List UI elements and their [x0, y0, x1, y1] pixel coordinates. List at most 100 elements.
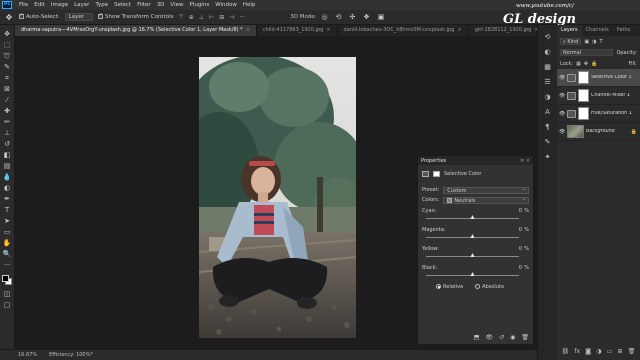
- auto-select-dropdown[interactable]: Layer: [64, 13, 94, 21]
- paragraph-panel-icon[interactable]: ¶: [545, 123, 549, 131]
- lock-pixels-icon[interactable]: ▦: [576, 61, 581, 67]
- align-center-icon[interactable]: ⊞: [219, 14, 224, 21]
- align-bottom-icon[interactable]: ⊥: [199, 14, 204, 21]
- document-info[interactable]: Efficiency: 100%*: [49, 352, 93, 358]
- properties-panel-icon[interactable]: ☰: [544, 78, 550, 86]
- lasso-tool-icon[interactable]: ➰: [3, 52, 12, 60]
- transform-controls-checkbox[interactable]: Show Transform Controls: [98, 12, 173, 20]
- hand-tool-icon[interactable]: ✋: [3, 239, 12, 247]
- lock-all-icon[interactable]: 🔒: [591, 61, 597, 67]
- delete-adjustment-icon[interactable]: 🗑: [521, 334, 529, 341]
- eye-icon[interactable]: 👁: [559, 129, 565, 135]
- layer-selective-color[interactable]: 👁 Selective Color 1: [557, 69, 640, 87]
- tab-document-2[interactable]: child-4117863_1920.jpg ×: [257, 25, 338, 36]
- swatches-panel-icon[interactable]: ▦: [544, 63, 551, 71]
- tab-document-1[interactable]: dharma-saputra---4VMrsoOrgY-unsplash.jpg…: [15, 25, 257, 36]
- slider-value-input[interactable]: 0: [510, 208, 522, 214]
- pen-tool-icon[interactable]: ✒: [3, 195, 12, 203]
- slider-track[interactable]: [426, 215, 519, 219]
- preset-dropdown[interactable]: Custom: [443, 186, 529, 194]
- colors-dropdown[interactable]: Neutrals: [443, 196, 529, 204]
- close-icon[interactable]: ×: [246, 27, 250, 33]
- layer-mask-thumbnail[interactable]: [578, 89, 589, 102]
- document-image[interactable]: [199, 57, 356, 338]
- fx-icon[interactable]: fx: [574, 348, 580, 358]
- filter-pixel-icon[interactable]: ▣: [584, 39, 589, 45]
- scale-3d-icon[interactable]: ▣: [378, 13, 385, 21]
- path-select-icon[interactable]: ➤: [3, 217, 12, 225]
- tab-paths[interactable]: Paths: [613, 25, 635, 36]
- slider-track[interactable]: [426, 272, 519, 276]
- delete-layer-icon[interactable]: 🗑: [628, 348, 636, 358]
- slider-value-input[interactable]: 0: [510, 265, 522, 271]
- eye-icon[interactable]: 👁: [559, 111, 565, 117]
- new-adjustment-icon[interactable]: ◑: [596, 348, 601, 358]
- slider-thumb[interactable]: [470, 272, 474, 276]
- align-top-icon[interactable]: ⊤: [178, 14, 183, 21]
- dodge-tool-icon[interactable]: ◐: [3, 184, 12, 192]
- link-layers-icon[interactable]: ⛓: [562, 348, 570, 358]
- mask-icon[interactable]: [433, 171, 440, 177]
- menu-file[interactable]: File: [16, 2, 31, 8]
- filter-type-icon[interactable]: T: [600, 39, 603, 45]
- slide-3d-icon[interactable]: ❖: [363, 13, 369, 21]
- close-icon[interactable]: ×: [457, 27, 461, 33]
- blend-mode-dropdown[interactable]: Normal: [560, 49, 614, 56]
- clip-to-layer-icon[interactable]: ⬒: [474, 334, 480, 341]
- new-layer-icon[interactable]: ⊞: [617, 348, 622, 358]
- zoom-tool-icon[interactable]: 🔍: [3, 250, 12, 258]
- drag-3d-icon[interactable]: ✣: [350, 13, 356, 21]
- slider-thumb[interactable]: [470, 215, 474, 219]
- menu-window[interactable]: Window: [212, 2, 240, 8]
- panel-menu-icon[interactable]: ≡ ×: [520, 158, 530, 164]
- slider-thumb[interactable]: [470, 234, 474, 238]
- brush-tool-icon[interactable]: ✏: [3, 118, 12, 126]
- tab-document-3[interactable]: daniil-lobachev-3OC_k8hmo3M-unsplash.jpg…: [338, 25, 469, 36]
- eye-icon[interactable]: 👁: [559, 75, 565, 81]
- reset-icon[interactable]: ↺: [499, 334, 504, 341]
- layer-hue-saturation[interactable]: 👁 Hue/Saturation 1: [557, 105, 640, 123]
- slider-track[interactable]: [426, 253, 519, 257]
- quick-select-tool-icon[interactable]: ✎: [3, 63, 12, 71]
- more-tools-icon[interactable]: ···: [3, 261, 12, 269]
- auto-select-checkbox[interactable]: Auto-Select:: [19, 12, 60, 20]
- menu-image[interactable]: Image: [48, 2, 71, 8]
- layer-channel-mixer[interactable]: 👁 Channel Mixer 1: [557, 87, 640, 105]
- layer-mask-thumbnail[interactable]: [578, 71, 589, 84]
- lock-icon[interactable]: 🔒: [631, 129, 637, 135]
- brushes-panel-icon[interactable]: ✎: [545, 138, 551, 146]
- eye-icon[interactable]: 👁: [559, 93, 565, 99]
- slider-value-input[interactable]: 0: [510, 246, 522, 252]
- history-brush-icon[interactable]: ↺: [3, 140, 12, 148]
- menu-select[interactable]: Select: [111, 2, 134, 8]
- crop-tool-icon[interactable]: ⌗: [3, 74, 12, 82]
- adjustment-icon[interactable]: [422, 171, 429, 177]
- menu-plugins[interactable]: Plugins: [186, 2, 212, 8]
- menu-layer[interactable]: Layer: [71, 2, 92, 8]
- marquee-tool-icon[interactable]: ⬚: [3, 41, 12, 49]
- tab-layers[interactable]: Layers: [557, 25, 582, 36]
- slider-thumb[interactable]: [470, 253, 474, 257]
- layer-background[interactable]: 👁 Background 🔒: [557, 123, 640, 141]
- character-panel-icon[interactable]: A: [545, 108, 550, 116]
- color-panel-icon[interactable]: ◐: [544, 48, 550, 56]
- menu-type[interactable]: Type: [92, 2, 111, 8]
- orbit-icon[interactable]: ◎: [322, 13, 328, 21]
- close-icon[interactable]: ×: [326, 27, 330, 33]
- layer-kind-filter[interactable]: ⌕ Kind: [560, 38, 582, 45]
- zoom-level[interactable]: 16.67%: [18, 352, 37, 358]
- eyedropper-tool-icon[interactable]: ⁄: [3, 96, 12, 104]
- type-tool-icon[interactable]: T: [3, 206, 12, 214]
- menu-view[interactable]: View: [167, 2, 186, 8]
- view-previous-icon[interactable]: 👁: [485, 334, 493, 341]
- blur-tool-icon[interactable]: 💧: [3, 173, 12, 181]
- relative-radio[interactable]: Relative: [436, 284, 463, 290]
- move-tool-icon[interactable]: ✥: [3, 30, 12, 38]
- screen-mode-icon[interactable]: ▢: [3, 301, 12, 309]
- filter-adjustment-icon[interactable]: ◑: [592, 39, 596, 45]
- layer-mask-thumbnail[interactable]: [578, 107, 589, 120]
- gradient-tool-icon[interactable]: ▤: [3, 162, 12, 170]
- eraser-tool-icon[interactable]: ◧: [3, 151, 12, 159]
- tab-document-4[interactable]: girl-1828112_1920.jpg ×: [469, 25, 537, 36]
- slider-value-input[interactable]: 0: [510, 227, 522, 233]
